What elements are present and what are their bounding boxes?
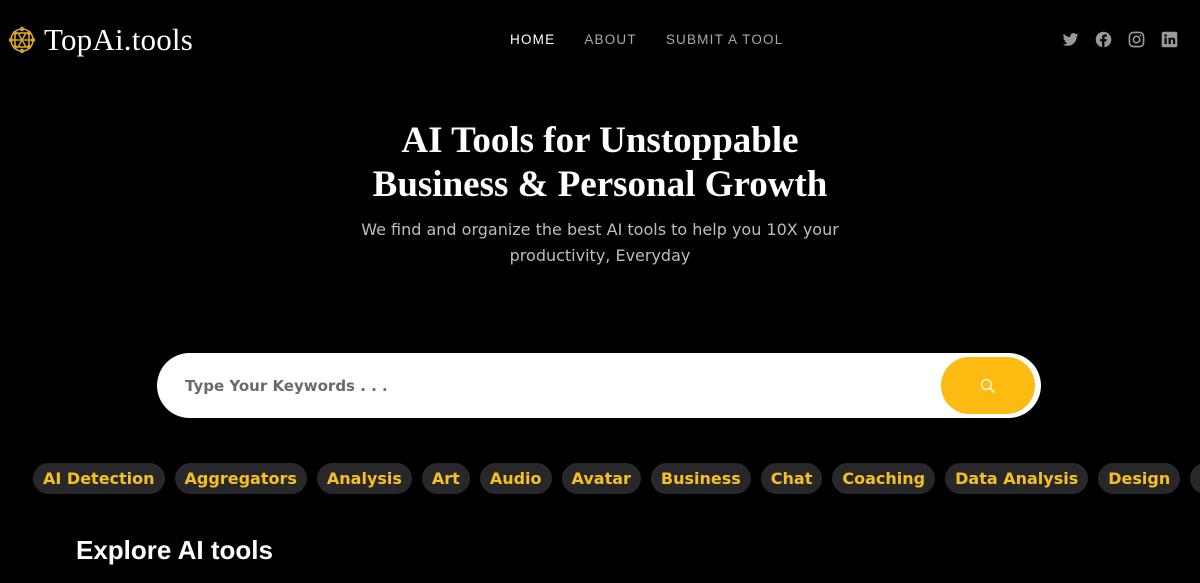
- category-tags: AI Detection Aggregators Analysis Art Au…: [33, 463, 1200, 494]
- tag-chat[interactable]: Chat: [760, 463, 823, 494]
- tag-development[interactable]: Development: [1190, 463, 1200, 494]
- social-links: [1062, 31, 1178, 48]
- tag-data-analysis[interactable]: Data Analysis: [945, 463, 1089, 494]
- hero-subtitle-line2: productivity, Everyday: [509, 246, 691, 265]
- tag-ai-detection[interactable]: AI Detection: [33, 463, 165, 494]
- facebook-link[interactable]: [1095, 31, 1112, 48]
- search-bar: [157, 353, 1041, 418]
- twitter-link[interactable]: [1062, 31, 1079, 48]
- linkedin-icon: [1161, 31, 1178, 48]
- hero-title-line1: AI Tools for Unstoppable: [401, 120, 799, 161]
- tag-audio[interactable]: Audio: [479, 463, 552, 494]
- search-icon: [980, 378, 995, 393]
- main-nav: HOME ABOUT SUBMIT A TOOL: [510, 32, 783, 47]
- instagram-icon: [1128, 31, 1145, 48]
- logo-link[interactable]: TopAi.tools: [6, 22, 193, 58]
- tag-business[interactable]: Business: [650, 463, 751, 494]
- nav-about[interactable]: ABOUT: [584, 32, 637, 47]
- hero-title-line2: Business & Personal Growth: [372, 164, 828, 205]
- hero-subtitle: We find and organize the best AI tools t…: [0, 217, 1200, 269]
- twitter-icon: [1062, 33, 1079, 46]
- site-header: TopAi.tools HOME ABOUT SUBMIT A TOOL: [0, 0, 1200, 80]
- search-input[interactable]: [185, 353, 925, 418]
- section-title: Explore AI tools: [76, 535, 273, 565]
- nav-home[interactable]: HOME: [510, 32, 555, 47]
- search-button[interactable]: [941, 357, 1035, 414]
- hero-title: AI Tools for Unstoppable Business & Pers…: [0, 119, 1200, 207]
- tag-aggregators[interactable]: Aggregators: [174, 463, 307, 494]
- hero-subtitle-line1: We find and organize the best AI tools t…: [361, 220, 839, 239]
- tag-art[interactable]: Art: [421, 463, 470, 494]
- linkedin-link[interactable]: [1161, 31, 1178, 48]
- instagram-link[interactable]: [1128, 31, 1145, 48]
- network-mesh-icon: [8, 26, 36, 54]
- nav-submit-tool[interactable]: SUBMIT A TOOL: [666, 32, 784, 47]
- facebook-icon: [1095, 31, 1112, 48]
- tag-avatar[interactable]: Avatar: [561, 463, 641, 494]
- tag-design[interactable]: Design: [1098, 463, 1181, 494]
- tag-coaching[interactable]: Coaching: [832, 463, 936, 494]
- tag-analysis[interactable]: Analysis: [316, 463, 412, 494]
- logo-text: TopAi.tools: [44, 22, 194, 57]
